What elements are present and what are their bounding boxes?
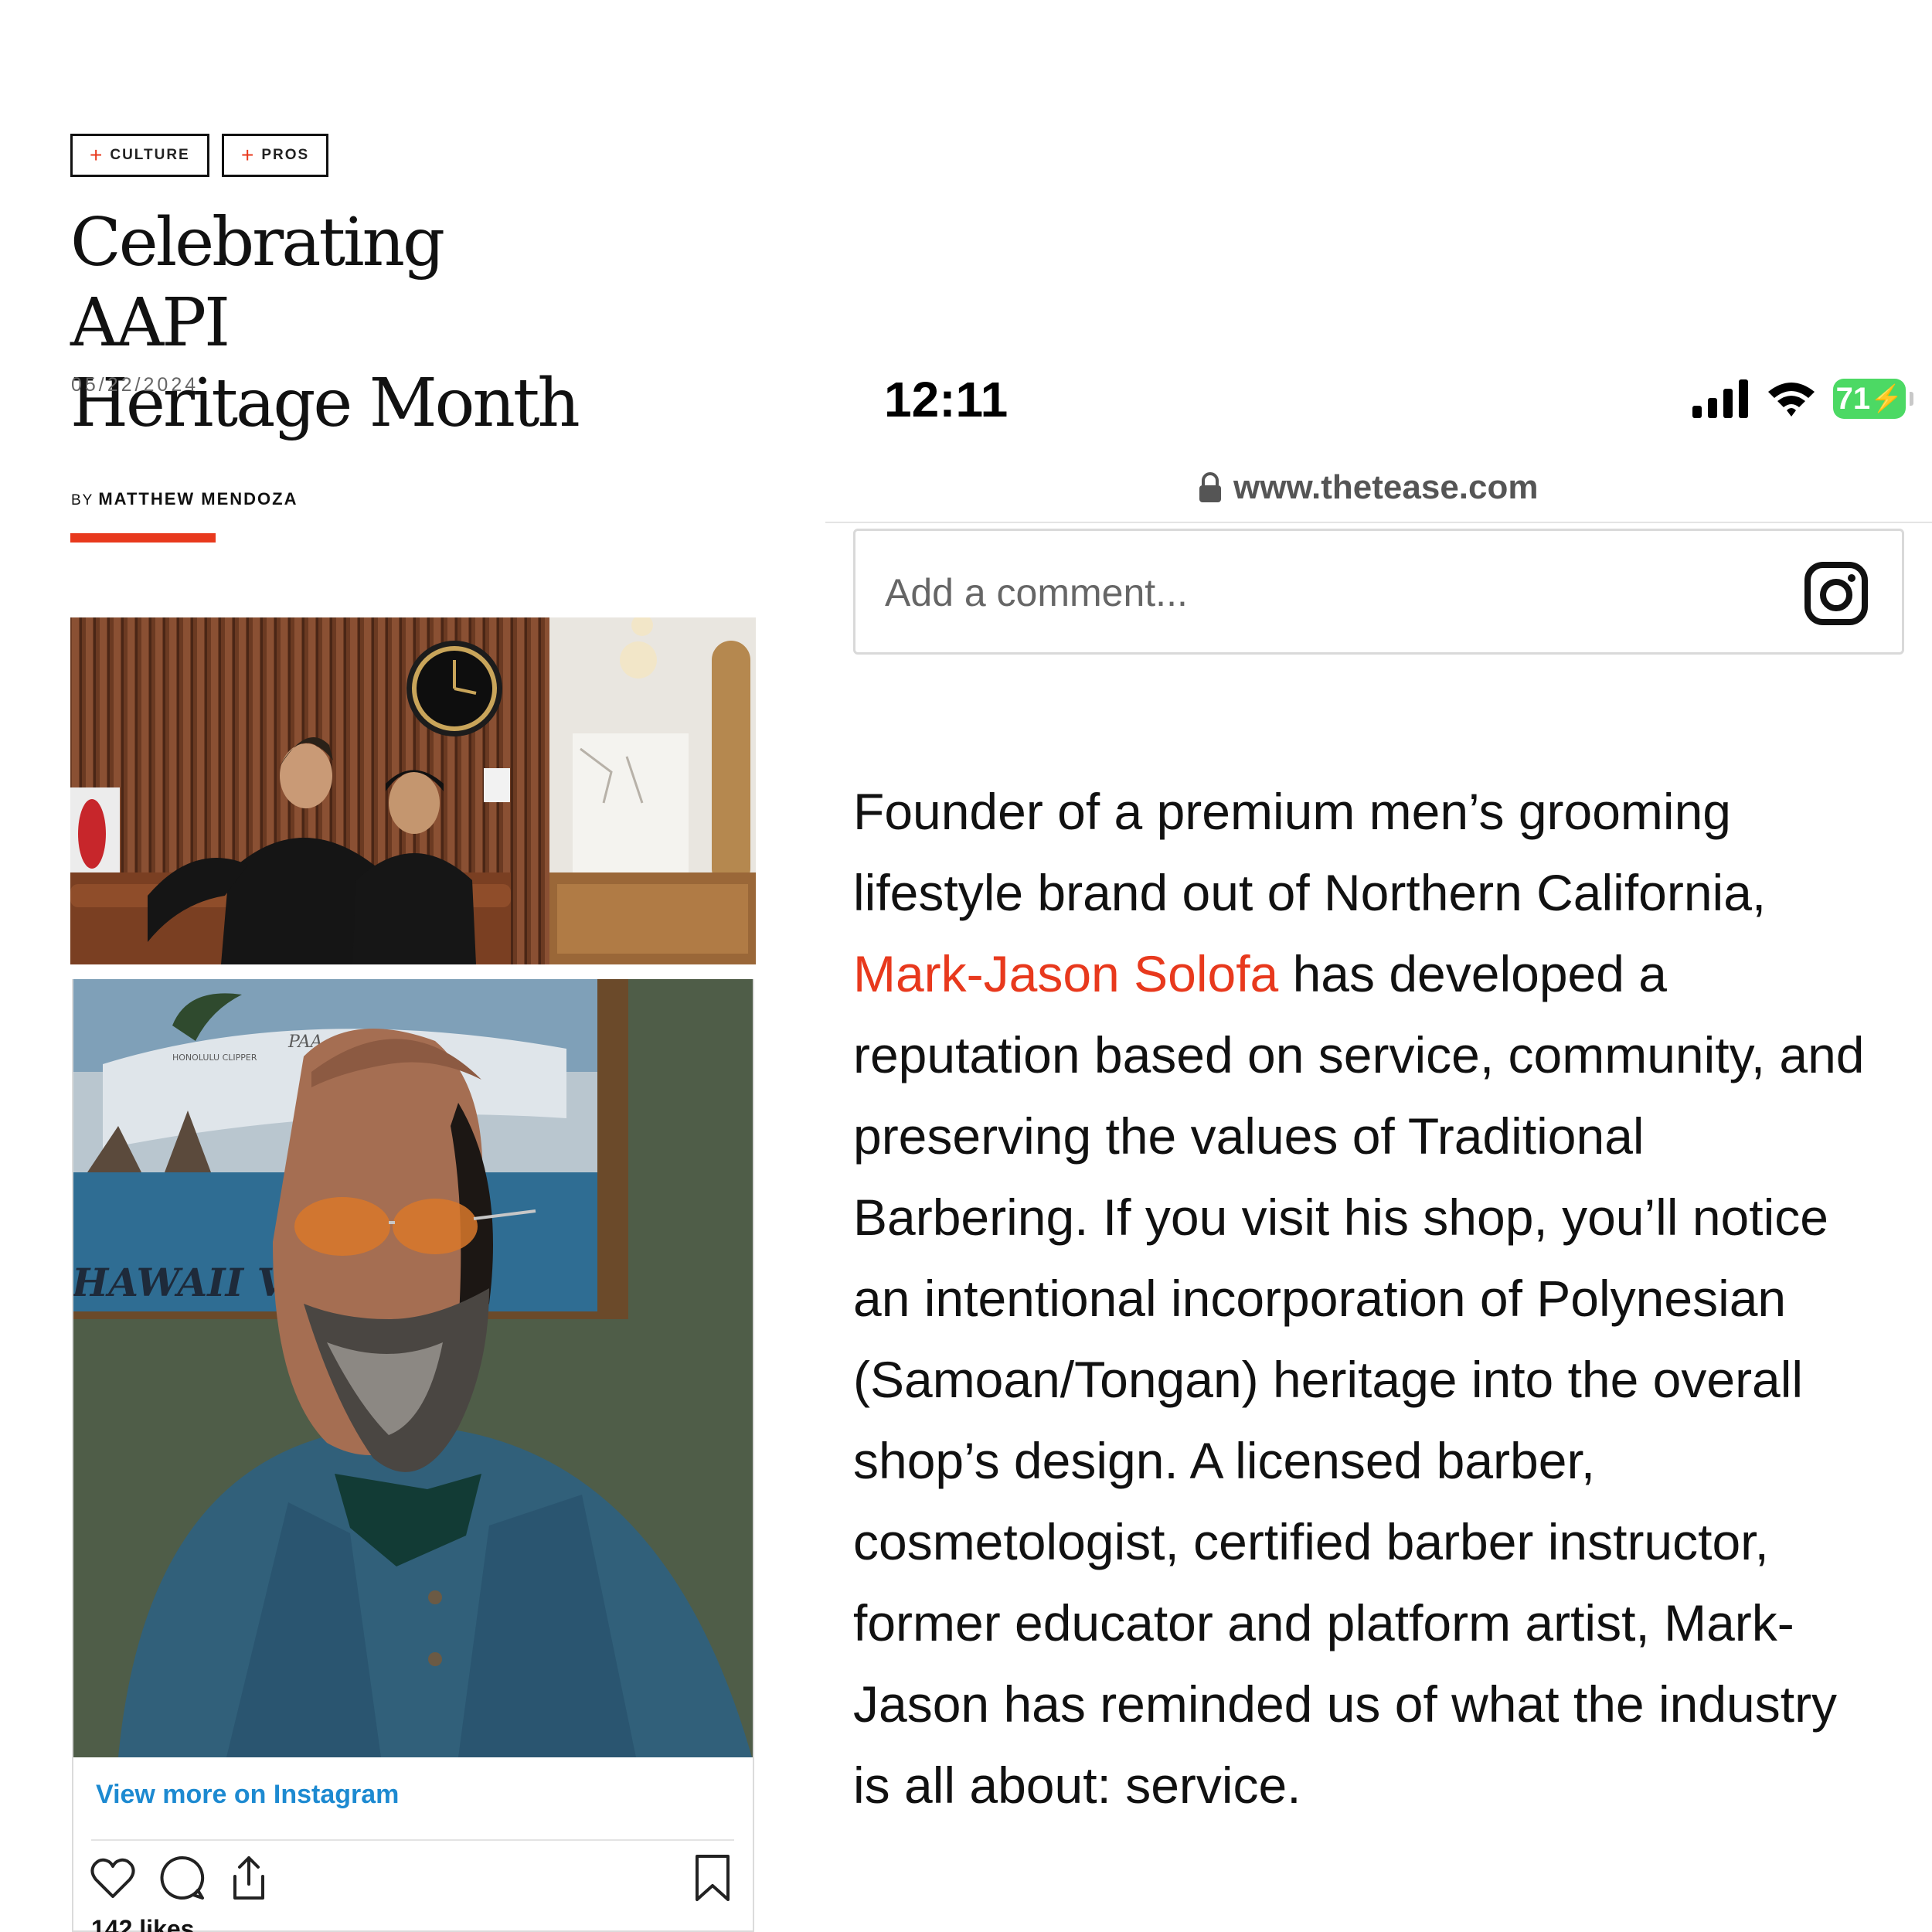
battery-level: 71 bbox=[1835, 381, 1871, 416]
wifi-icon bbox=[1768, 383, 1815, 417]
url-text: www.thetease.com bbox=[1233, 468, 1539, 506]
view-more-instagram-link[interactable]: View more on Instagram bbox=[96, 1780, 399, 1810]
likes-count: 142 likes bbox=[91, 1915, 195, 1932]
body-text-part-1: Founder of a premium men’s grooming life… bbox=[853, 783, 1767, 921]
barbershop-photo-illustration bbox=[70, 617, 756, 964]
toolbar-divider bbox=[825, 522, 1932, 523]
article-headline: Celebrating AAPI Heritage Month bbox=[70, 202, 580, 444]
instagram-divider bbox=[91, 1839, 734, 1841]
heart-icon[interactable] bbox=[88, 1853, 138, 1903]
plus-icon: + bbox=[241, 143, 254, 167]
share-icon[interactable] bbox=[224, 1853, 274, 1903]
battery-indicator: 71 ⚡ bbox=[1833, 379, 1913, 419]
status-time: 12:11 bbox=[884, 372, 1009, 427]
accent-bar bbox=[70, 533, 216, 543]
headline-line-1: Celebrating AAPI bbox=[70, 204, 445, 362]
author-name[interactable]: MATTHEW MENDOZA bbox=[98, 489, 298, 509]
body-text-part-2: has developed a reputation based on serv… bbox=[853, 945, 1865, 1814]
instagram-logo-icon[interactable] bbox=[1803, 560, 1869, 627]
bookmark-icon[interactable] bbox=[688, 1853, 737, 1903]
article-body-paragraph: Founder of a premium men’s grooming life… bbox=[853, 771, 1881, 1826]
highlighted-name-link[interactable]: Mark-Jason Solofa bbox=[853, 945, 1278, 1002]
tag-label: CULTURE bbox=[110, 147, 190, 163]
comment-input-placeholder[interactable]: Add a comment... bbox=[885, 570, 1188, 615]
tag-culture[interactable]: + CULTURE bbox=[70, 134, 209, 177]
tag-label: PROS bbox=[261, 147, 310, 163]
plus-icon: + bbox=[90, 143, 103, 167]
lock-icon bbox=[1199, 472, 1221, 502]
byline-prefix: BY bbox=[71, 492, 94, 509]
comment-icon[interactable] bbox=[158, 1853, 207, 1903]
address-bar[interactable]: www.thetease.com bbox=[1198, 468, 1539, 507]
status-indicators: 71 ⚡ bbox=[1692, 379, 1913, 419]
charging-bolt-icon: ⚡ bbox=[1870, 384, 1903, 413]
byline: BY MATTHEW MENDOZA bbox=[71, 489, 298, 509]
barbershop-photo[interactable] bbox=[70, 617, 756, 964]
cellular-signal-icon bbox=[1692, 379, 1748, 418]
tag-pros[interactable]: + PROS bbox=[222, 134, 329, 177]
publish-date: 05/22/2024 bbox=[71, 374, 199, 396]
